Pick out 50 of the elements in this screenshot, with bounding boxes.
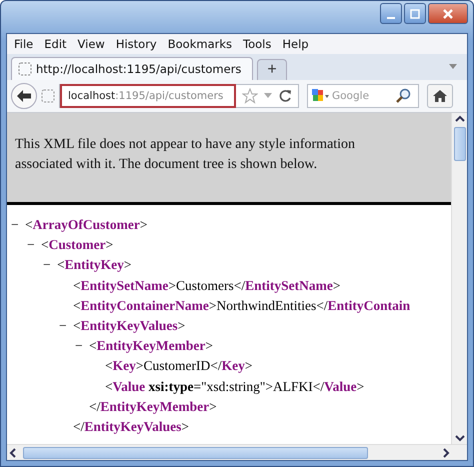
home-button[interactable] [427, 84, 453, 108]
address-field[interactable]: localhost:1195/api/customers [60, 84, 236, 108]
xml-line: <EntityKeyValues> [73, 317, 186, 336]
minimize-icon [387, 16, 395, 18]
xml-line: <EntitySetName>Customers</EntitySetName> [73, 276, 341, 295]
xml-line: <EntityContainerName>NorthwindEntities</EntityContain [73, 296, 410, 315]
dropdown-icon[interactable] [449, 64, 457, 70]
menu-item[interactable]: View [78, 37, 105, 51]
menu-item[interactable]: Tools [243, 37, 272, 51]
search-icon[interactable] [395, 88, 411, 104]
xml-line: <EntityKeyMember> [89, 337, 213, 356]
page-icon [41, 89, 55, 103]
collapse-toggle[interactable]: − [59, 316, 73, 336]
search-engine-icon [311, 88, 329, 104]
star-icon[interactable] [242, 88, 258, 104]
minimize-button[interactable] [380, 3, 402, 24]
scroll-thumb[interactable] [454, 127, 466, 161]
back-arrow-icon [16, 89, 32, 103]
menu-item[interactable]: History [116, 37, 157, 51]
horizontal-scrollbar[interactable] [7, 444, 467, 460]
xml-line: <ArrayOfCustomer> [25, 216, 148, 234]
collapse-toggle[interactable]: − [75, 336, 89, 356]
vertical-scrollbar[interactable] [451, 113, 467, 444]
page-icon [18, 62, 32, 76]
collapse-toggle[interactable]: − [43, 255, 57, 276]
maximize-icon [409, 8, 421, 20]
maximize-button[interactable] [404, 3, 426, 24]
notice-text: This XML file does not appear to have any style information associated with it. The document tree is shown below. [15, 136, 356, 174]
menu-item[interactable]: Edit [44, 37, 67, 51]
close-icon [442, 8, 454, 20]
xml-line: <Customer> [41, 236, 114, 254]
browser-tab[interactable]: http://localhost:1195/api/customers [11, 57, 253, 80]
xml-line: </EntityKeyMember> [89, 398, 217, 416]
menu-item[interactable]: Bookmarks [168, 37, 232, 51]
search-field[interactable]: Google [307, 84, 419, 108]
reload-icon[interactable] [278, 89, 292, 103]
collapse-toggle[interactable]: − [27, 235, 41, 256]
menu-item[interactable]: File [14, 37, 34, 51]
xml-line: </EntityKeyValues> [73, 418, 190, 436]
new-tab-button[interactable]: + [257, 59, 287, 80]
xml-line: <EntityKey> [57, 256, 132, 274]
back-button[interactable] [11, 83, 37, 109]
home-icon [432, 89, 448, 103]
collapse-toggle[interactable]: − [11, 215, 25, 236]
search-field[interactable]: Google [332, 90, 392, 102]
menu-item[interactable]: Help [282, 37, 309, 51]
scroll-thumb[interactable] [23, 446, 368, 458]
xml-line: <Key>CustomerID</Key> [105, 357, 252, 376]
close-button[interactable] [428, 3, 468, 24]
xml-line: <Value xsi:type="xsd:string">ALFKI</Value> [105, 378, 364, 396]
